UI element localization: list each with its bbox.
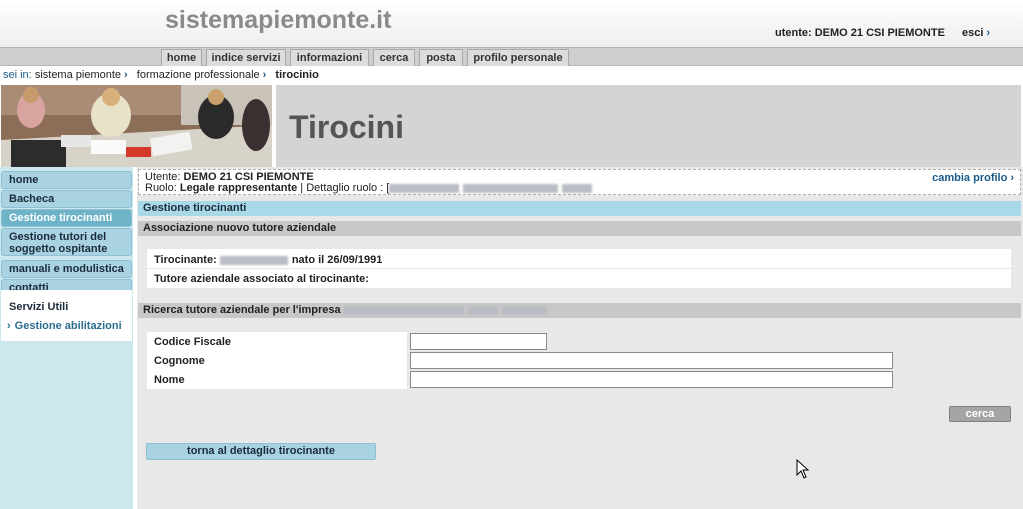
ruolo-label: Ruolo: <box>145 182 177 194</box>
nav-tab-informazioni[interactable]: informazioni <box>290 49 369 66</box>
sidebar-item-gestione-tutori[interactable]: Gestione tutori del soggetto ospitante <box>1 228 132 256</box>
codice-fiscale-input[interactable] <box>410 333 547 350</box>
sidebar-item-bacheca[interactable]: Bacheca <box>1 190 132 208</box>
nav-tab-home[interactable]: home <box>161 49 202 66</box>
form-row-codice-fiscale: Codice Fiscale <box>147 332 407 351</box>
tirocinante-line: Tirocinante: nato il 26/09/1991 <box>154 254 382 266</box>
breadcrumb-label: sei in: <box>3 69 32 81</box>
sidebar-item-home[interactable]: home <box>1 171 132 189</box>
breadcrumb: sei in: sistema piemonte › formazione pro… <box>3 69 319 81</box>
nav-tab-posta[interactable]: posta <box>419 49 463 66</box>
page-title: Tirocini <box>289 109 404 145</box>
cambia-profilo-link[interactable]: cambia profilo › <box>932 173 1014 184</box>
section-associazione-tutore: Associazione nuovo tutore aziendale <box>138 221 1021 236</box>
current-user-label: utente: DEMO 21 CSI PIEMONTE <box>775 27 945 39</box>
gestione-abilitazioni-link[interactable]: › Gestione abilitazioni <box>7 320 122 332</box>
mouse-cursor-icon <box>796 458 810 482</box>
servizi-utili-title: Servizi Utili <box>9 301 69 313</box>
tirocinante-label: Tirocinante: <box>154 254 217 266</box>
breadcrumb-item-formazione[interactable]: formazione professionale <box>137 69 260 81</box>
tirocinante-birthdate: nato il 26/09/1991 <box>291 254 383 266</box>
site-logo[interactable]: sistemapiemonte.it <box>165 6 391 35</box>
chevron-right-icon: › <box>124 69 128 81</box>
redacted-text <box>343 305 464 315</box>
logout-link[interactable]: esci › <box>962 27 990 39</box>
torna-dettaglio-button[interactable]: torna al dettaglio tirocinante <box>146 443 376 460</box>
sidebar-item-manuali[interactable]: manuali e modulistica <box>1 260 132 278</box>
redacted-text <box>389 183 460 193</box>
cognome-input[interactable] <box>410 352 893 369</box>
redacted-text <box>562 183 593 193</box>
page-header: sistemapiemonte.it utente: DEMO 21 CSI P… <box>0 0 1023 47</box>
section-gestione-tirocinanti: Gestione tirocinanti <box>138 201 1021 216</box>
nome-input[interactable] <box>410 371 893 388</box>
nav-tab-indice-servizi[interactable]: indice servizi <box>206 49 286 66</box>
banner-title-area: Tirocini <box>276 85 1021 167</box>
redacted-text <box>463 183 559 193</box>
sidebar-item-gestione-tirocinanti[interactable]: Gestione tirocinanti <box>1 209 132 227</box>
form-row-cognome: Cognome <box>147 351 407 370</box>
banner-photo <box>1 85 272 167</box>
breadcrumb-current: tirocinio <box>275 69 319 81</box>
breadcrumb-item-sistema-piemonte[interactable]: sistema piemonte <box>35 69 121 81</box>
top-navigation: home indice servizi informazioni cerca p… <box>0 47 1023 66</box>
redacted-text <box>219 255 288 265</box>
section-ricerca-tutore: Ricerca tutore aziendale per l'impresa <box>138 303 1021 318</box>
codice-fiscale-label: Codice Fiscale <box>154 336 232 348</box>
chevron-right-icon: › <box>1010 172 1014 184</box>
tutore-associato-label: Tutore aziendale associato al tirocinant… <box>154 273 369 285</box>
cognome-label: Cognome <box>154 355 205 367</box>
cerca-button[interactable]: cerca <box>949 406 1011 422</box>
redacted-text <box>501 305 547 315</box>
chevron-right-icon: › <box>986 27 991 39</box>
ruolo-value: Legale rappresentante <box>179 182 298 194</box>
nav-tab-cerca[interactable]: cerca <box>373 49 415 66</box>
user-area: utente: DEMO 21 CSI PIEMONTE esci › <box>775 27 990 39</box>
chevron-right-icon: › <box>262 69 267 81</box>
nome-label: Nome <box>154 374 185 386</box>
redacted-text <box>467 305 498 315</box>
tirocinante-info-box: Tirocinante: nato il 26/09/1991 Tutore a… <box>147 249 1011 288</box>
form-row-nome: Nome <box>147 370 407 389</box>
chevron-right-icon: › <box>7 320 11 332</box>
nav-tab-profilo-personale[interactable]: profilo personale <box>467 49 569 66</box>
servizi-utili-box <box>1 290 132 341</box>
user-info-panel: Utente: DEMO 21 CSI PIEMONTE Ruolo: Lega… <box>138 169 1021 195</box>
dettaglio-ruolo-label: | Dettaglio ruolo : [ <box>300 182 390 194</box>
